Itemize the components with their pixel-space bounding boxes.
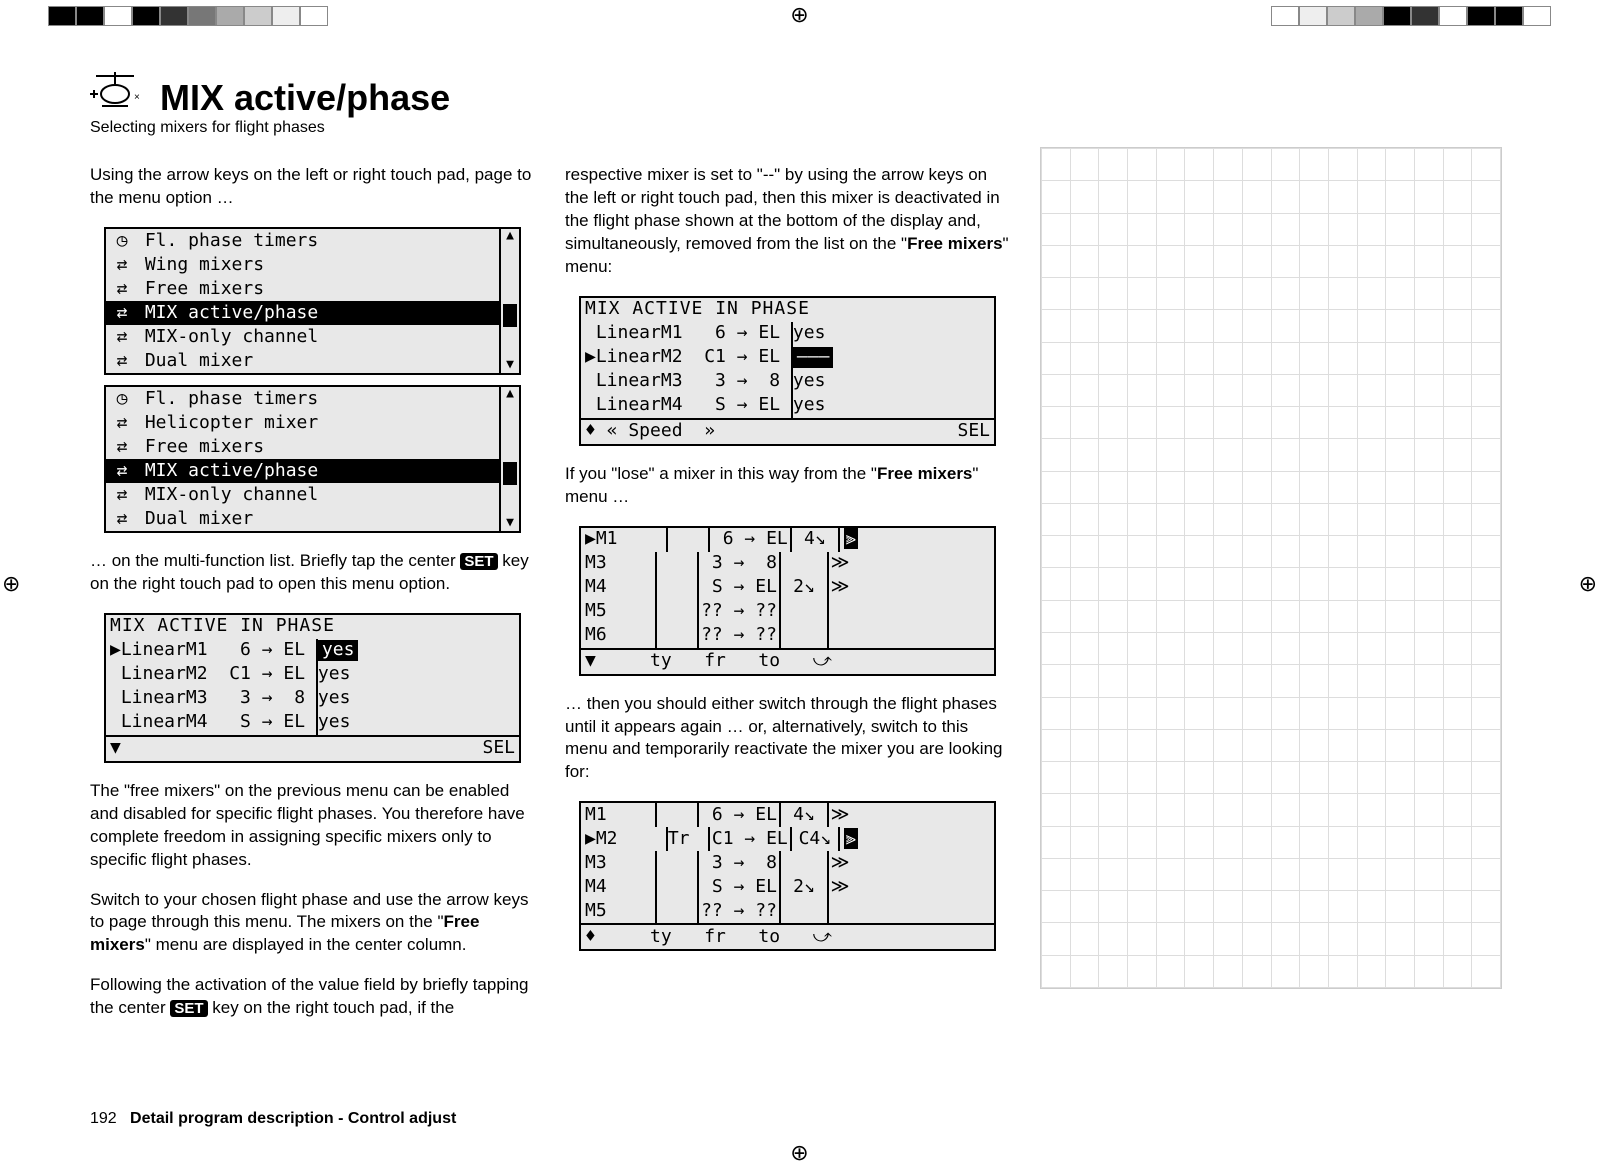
menu-item: ⇄ Dual mixer	[106, 507, 501, 531]
menu-item: ⇄ MIX-only channel	[106, 483, 501, 507]
lcd-row: M6?? → ??	[581, 624, 994, 648]
para: If you "lose" a mixer in this way from t…	[565, 463, 1010, 509]
menu-item: ⇄ Free mixers	[106, 435, 501, 459]
para: … then you should either switch through …	[565, 693, 1010, 785]
lcd-footer: ▼SEL	[106, 735, 519, 761]
lcd-mix-active-1: MIX ACTIVE IN PHASE▶LinearM1 6 → EL yes …	[104, 613, 521, 763]
registration-mark-left: ⊕	[2, 571, 20, 597]
lcd-free-mixers-1: ▶M1 6 → EL4↘⫸ M3 3 → 8≫ M4 S → EL2↘≫ M5?…	[579, 526, 996, 676]
lcd-free-mixers-2: M1 6 → EL4↘≫▶M2TrC1 → ELC4↘⫸ M3 3 → 8≫ M…	[579, 801, 996, 951]
lcd-row: ▶LinearM2 C1 → EL –––	[581, 346, 994, 370]
registration-mark-right: ⊕	[1579, 571, 1597, 597]
menu-item: ⇄ Dual mixer	[106, 349, 501, 373]
lcd-mix-active-2: MIX ACTIVE IN PHASE LinearM1 6 → EL yes▶…	[579, 296, 996, 446]
lcd-row: M4 S → EL2↘≫	[581, 576, 994, 600]
lcd-row: M4 S → EL2↘≫	[581, 875, 994, 899]
para: The "free mixers" on the previous menu c…	[90, 780, 535, 872]
menu-item: ⇄ Free mixers	[106, 277, 501, 301]
lcd-row: ▶M1 6 → EL4↘⫸	[581, 528, 994, 552]
footer-text: Detail program description - Control adj…	[130, 1110, 456, 1127]
lcd-row: M3 3 → 8≫	[581, 552, 994, 576]
lcd-row: ▶LinearM1 6 → EL yes	[106, 639, 519, 663]
para: respective mixer is set to "--" by using…	[565, 164, 1010, 279]
menu-item: ◷ Fl. phase timers	[106, 387, 501, 411]
scroll-down-icon: ▼	[506, 516, 514, 531]
scroll-up-icon: ▲	[506, 229, 514, 244]
page-footer: 192 Detail program description - Control…	[90, 1110, 456, 1128]
registration-mark-top: ⊕	[790, 2, 808, 28]
lcd-footer: ♦ ty fr to ⤻	[581, 923, 994, 949]
column-3	[1040, 147, 1500, 1037]
scroll-up-icon: ▲	[506, 387, 514, 402]
set-key-label: SET	[460, 553, 497, 570]
lcd-menu-2: ◷ Fl. phase timers⇄ Helicopter mixer⇄ Fr…	[104, 385, 521, 533]
helicopter-icon: ×	[90, 70, 140, 119]
lcd-row: M1 6 → EL4↘≫	[581, 803, 994, 827]
page-title: MIX active/phase	[160, 77, 450, 119]
para: Switch to your chosen flight phase and u…	[90, 889, 535, 958]
menu-item: ⇄ MIX active/phase	[106, 301, 501, 325]
lcd-row: LinearM4 S → EL yes	[106, 711, 519, 735]
registration-mark-bottom: ⊕	[790, 1140, 808, 1166]
menu-item: ⇄ MIX-only channel	[106, 325, 501, 349]
para: … on the multi-function list. Briefly ta…	[90, 550, 535, 596]
colorbar-right	[1271, 6, 1551, 24]
lcd-row: M5?? → ??	[581, 600, 994, 624]
lcd-row: LinearM3 3 → 8 yes	[581, 370, 994, 394]
lcd-footer: ♦ « Speed »SEL	[581, 418, 994, 444]
page-subtitle: Selecting mixers for flight phases	[90, 119, 1509, 137]
lcd-row: LinearM3 3 → 8 yes	[106, 687, 519, 711]
svg-text:×: ×	[134, 92, 140, 103]
menu-item: ⇄ Helicopter mixer	[106, 411, 501, 435]
menu-item: ⇄ MIX active/phase	[106, 459, 501, 483]
menu-item: ◷ Fl. phase timers	[106, 229, 501, 253]
lcd-row: LinearM2 C1 → EL yes	[106, 663, 519, 687]
lcd-row: LinearM1 6 → EL yes	[581, 322, 994, 346]
lcd-title: MIX ACTIVE IN PHASE	[106, 615, 519, 639]
column-2: respective mixer is set to "--" by using…	[565, 147, 1010, 1037]
scrollbar: ▲▼	[499, 229, 519, 373]
scroll-down-icon: ▼	[506, 358, 514, 373]
lcd-row: LinearM4 S → EL yes	[581, 394, 994, 418]
column-1: Using the arrow keys on the left or righ…	[90, 147, 535, 1037]
menu-item: ⇄ Wing mixers	[106, 253, 501, 277]
para: Following the activation of the value fi…	[90, 974, 535, 1020]
set-key-label: SET	[170, 1000, 207, 1017]
para: Using the arrow keys on the left or righ…	[90, 164, 535, 210]
lcd-row: ▶M2TrC1 → ELC4↘⫸	[581, 827, 994, 851]
scrollbar: ▲▼	[499, 387, 519, 531]
lcd-menu-1: ◷ Fl. phase timers⇄ Wing mixers⇄ Free mi…	[104, 227, 521, 375]
colorbar-left	[48, 6, 328, 24]
lcd-row: M3 3 → 8≫	[581, 851, 994, 875]
lcd-footer: ▼ ty fr to ⤻	[581, 648, 994, 674]
page-number: 192	[90, 1110, 117, 1127]
notes-grid	[1040, 147, 1502, 989]
lcd-title: MIX ACTIVE IN PHASE	[581, 298, 994, 322]
lcd-row: M5?? → ??	[581, 899, 994, 923]
